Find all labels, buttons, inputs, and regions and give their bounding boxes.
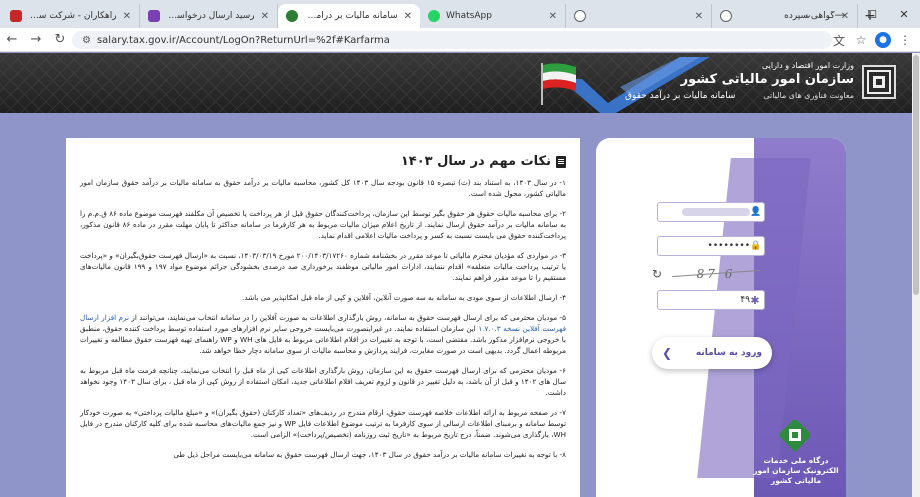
notice-paragraph: ۴- ارسال اطلاعات از سوی مودی به سامانه ب… (242, 293, 566, 302)
bookmark-star-icon[interactable]: ☆ (850, 28, 872, 52)
globe-icon (720, 10, 732, 22)
chevron-left-icon: ❯ (662, 346, 673, 360)
site-info-icon[interactable]: ⚙ (82, 35, 91, 46)
system-title: سامانه مالیات بر درآمد حقوق (625, 91, 736, 101)
page-scrollbar[interactable] (912, 53, 920, 497)
browser-tab[interactable]: رسید ارسال درخواست به کاربوی... ✕ (140, 4, 278, 28)
tab-title: رسید ارسال درخواست به کاربوی... (166, 11, 255, 21)
close-tab-icon[interactable]: ✕ (695, 11, 703, 22)
organization-title: سازمان امور مالیاتی کشور (680, 72, 854, 87)
username-field[interactable]: 👤 (657, 202, 765, 222)
browser-tab-strip: راهکاران - شرکت سپیدار سیستم آسیا ✕ رسید… (0, 0, 920, 28)
browser-tab[interactable]: راهکاران - شرکت سپیدار سیستم آسیا ✕ (2, 4, 140, 28)
notice-paragraph: ۸- با توجه به تغییرات سامانه مالیات بر د… (173, 450, 566, 459)
reload-icon[interactable]: ↻ (48, 28, 72, 52)
browser-tab[interactable]: WhatsApp ✕ (420, 4, 566, 28)
user-icon: 👤 (750, 207, 762, 217)
login-button[interactable]: ورود به سامانه ❯ (652, 337, 772, 369)
notice-paragraph-with-link: ۵- مودیان محترمی که برای ارسال فهرست حقو… (80, 313, 567, 355)
close-tab-icon[interactable]: ✕ (261, 11, 269, 22)
close-tab-icon[interactable]: ✕ (549, 11, 557, 22)
notice-panel: نکات مهم در سال ۱۴۰۳ ۱- در سال ۱۴۰۳، به … (66, 138, 580, 497)
window-controls: ⌄ — ☐ ✕ (792, 0, 920, 28)
tab-favicon-icon (148, 10, 160, 22)
tab-favicon-icon (286, 10, 298, 22)
forward-icon[interactable]: → (24, 28, 48, 52)
tax-organization-logo (862, 65, 896, 99)
scrollbar-thumb[interactable] (913, 55, 919, 295)
captcha-row: ↻ 87 6 (652, 262, 772, 286)
browser-toolbar: ← → ↻ ⚙ salary.tax.gov.ir/Account/LogOn?… (0, 28, 920, 52)
maximize-icon[interactable]: ☐ (856, 0, 888, 28)
lock-icon: 🔒 (750, 241, 762, 251)
whatsapp-icon (428, 10, 440, 22)
translate-icon[interactable]: 文 (828, 28, 850, 52)
ecs-portal-label: درگاه ملی خدمات الکترونیک سازمان امور ما… (753, 456, 839, 485)
tab-title: راهکاران - شرکت سپیدار سیستم آسیا (28, 11, 117, 21)
back-icon[interactable]: ← (0, 28, 24, 52)
notice-paragraph: ۲- برای محاسبه مالیات حقوق هر حقوق بگیر … (80, 209, 566, 240)
captcha-value: ۴۹ (740, 295, 750, 305)
address-bar[interactable]: ⚙ salary.tax.gov.ir/Account/LogOn?Return… (72, 31, 832, 49)
organization-subtitle: معاونت فناوری های مالیاتی (763, 91, 854, 100)
close-tab-icon[interactable]: ✕ (123, 11, 131, 22)
password-field[interactable]: •••••••• 🔒 (657, 236, 765, 256)
close-window-icon[interactable]: ✕ (888, 0, 920, 28)
tab-search-icon[interactable]: ⌄ (792, 0, 824, 28)
notice-heading: نکات مهم در سال ۱۴۰۳ (80, 154, 566, 169)
password-value: •••••••• (707, 241, 750, 251)
notice-paragraph: ۷- در صفحه مربوط به ارائه اطلاعات خلاصه … (80, 408, 567, 439)
url-text: salary.tax.gov.ir/Account/LogOn?ReturnUr… (96, 34, 390, 46)
iran-flag-icon (541, 63, 576, 105)
close-tab-icon[interactable]: ✕ (404, 11, 412, 22)
notice-paragraph: ۶- مودیان محترمی که برای ارسال فهرست حقو… (80, 366, 566, 397)
tax-logo-icon (867, 70, 891, 94)
profile-avatar-icon[interactable]: ● (875, 32, 891, 48)
browser-tab-active[interactable]: سامانه مالیات بر درآمد حقوق ✕ (278, 4, 420, 28)
asterisk-icon: ✱ (750, 293, 760, 307)
tab-favicon-icon (10, 10, 22, 22)
captcha-input[interactable]: ۴۹ ✱ (657, 290, 765, 310)
toolbar-actions: 文 ☆ ● ⋮ (828, 28, 916, 52)
login-card: 👤 •••••••• 🔒 ↻ 87 6 ۴۹ ✱ ورود به سامانه … (596, 138, 846, 497)
browser-tab[interactable]: ✕ (566, 4, 712, 28)
site-header: وزارت امور اقتصاد و دارایی سازمان امور م… (0, 53, 912, 113)
ecs-logo-icon (780, 420, 810, 452)
notice-paragraph: ۱- در سال ۱۴۰۳، به استناد بند (ث) تبصره … (80, 178, 566, 198)
captcha-image: 87 6 (672, 264, 760, 284)
tab-title: سامانه مالیات بر درآمد حقوق (304, 11, 398, 21)
minimize-icon[interactable]: — (824, 0, 856, 28)
username-value-redacted (682, 208, 750, 216)
notice-paragraph: ۳- در مواردی که مؤدیان محترم مالیاتی تا … (80, 251, 566, 282)
tab-title: WhatsApp (446, 11, 492, 21)
menu-dots-icon[interactable]: ⋮ (894, 28, 916, 52)
globe-icon (574, 10, 586, 22)
document-icon (556, 155, 566, 168)
offline-app-link[interactable]: نرم افزار ارسال فهرست آفلاین نسخه ۱.۷.۰.… (80, 313, 566, 333)
ministry-label: وزارت امور اقتصاد و دارایی (761, 61, 854, 70)
notice-title: نکات مهم در سال ۱۴۰۳ (400, 154, 551, 169)
login-button-label: ورود به سامانه (695, 348, 762, 358)
refresh-captcha-icon[interactable]: ↻ (652, 267, 666, 281)
